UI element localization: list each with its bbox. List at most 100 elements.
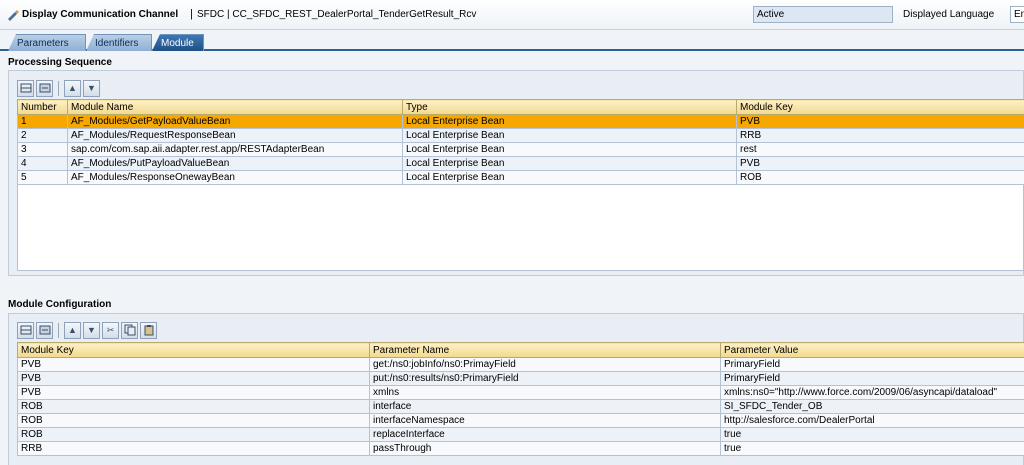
status-field[interactable]: Active	[753, 6, 893, 23]
cell-module-key[interactable]: RRB	[17, 441, 370, 456]
table-row[interactable]: 4 AF_Modules/PutPayloadValueBean Local E…	[17, 156, 1024, 171]
cell-parameter-name[interactable]: xmlns	[369, 385, 721, 400]
cell-module-name[interactable]: sap.com/com.sap.aii.adapter.rest.app/RES…	[67, 142, 403, 157]
cell-number[interactable]: 4	[17, 156, 68, 171]
cell-parameter-name[interactable]: get:/ns0:jobInfo/ns0:PrimayField	[369, 357, 721, 372]
arrow-down-icon: ▼	[87, 83, 96, 93]
table-row[interactable]: 5 AF_Modules/ResponseOnewayBean Local En…	[17, 170, 1024, 185]
delete-row-icon	[39, 325, 50, 335]
move-up-button[interactable]: ▲	[64, 79, 81, 97]
cut-button[interactable]: ✂	[102, 321, 119, 339]
cell-type[interactable]: Local Enterprise Bean	[402, 156, 737, 171]
table-row[interactable]: 3 sap.com/com.sap.aii.adapter.rest.app/R…	[17, 142, 1024, 157]
cell-module-key[interactable]: PVB	[17, 385, 370, 400]
table-header-row: Number Module Name Type Module Key	[17, 99, 1024, 115]
column-header-module-key[interactable]: Module Key	[736, 99, 1024, 115]
cell-number[interactable]: 3	[17, 142, 68, 157]
tab-identifiers[interactable]: Identifiers	[86, 34, 152, 51]
table-header-row: Module Key Parameter Name Parameter Valu…	[17, 342, 1024, 358]
tabstrip: Parameters Identifiers Module	[0, 31, 1024, 51]
move-up-button[interactable]: ▲	[64, 321, 81, 339]
cell-type[interactable]: Local Enterprise Bean	[402, 114, 737, 129]
copy-button[interactable]	[121, 321, 138, 339]
cell-module-key[interactable]: ROB	[17, 427, 370, 442]
cell-module-name[interactable]: AF_Modules/GetPayloadValueBean	[67, 114, 403, 129]
table-row[interactable]: ROB interfaceNamespace http://salesforce…	[17, 413, 1024, 428]
arrow-up-icon: ▲	[68, 325, 77, 335]
cell-type[interactable]: Local Enterprise Bean	[402, 170, 737, 185]
object-path: SFDC | CC_SFDC_REST_DealerPortal_TenderG…	[197, 9, 477, 20]
table-row[interactable]: PVB put:/ns0:results/ns0:PrimaryField Pr…	[17, 371, 1024, 386]
page-title: Display Communication Channel	[22, 9, 179, 20]
cell-module-key[interactable]: ROB	[17, 399, 370, 414]
cell-module-key[interactable]: PVB	[736, 156, 1024, 171]
cell-parameter-value[interactable]: true	[720, 427, 1024, 442]
cell-parameter-name[interactable]: passThrough	[369, 441, 721, 456]
cell-parameter-value[interactable]: SI_SFDC_Tender_OB	[720, 399, 1024, 414]
processing-sequence-table: Number Module Name Type Module Key 1 AF_…	[17, 99, 1024, 185]
cell-number[interactable]: 5	[17, 170, 68, 185]
cell-parameter-name[interactable]: interfaceNamespace	[369, 413, 721, 428]
arrow-up-icon: ▲	[68, 83, 77, 93]
cell-module-key[interactable]: RRB	[736, 128, 1024, 143]
cell-module-key[interactable]: ROB	[736, 170, 1024, 185]
column-header-module-key[interactable]: Module Key	[17, 342, 370, 358]
title-separator: |	[190, 8, 193, 20]
table-row[interactable]: ROB interface SI_SFDC_Tender_OB	[17, 399, 1024, 414]
title-bar: Display Communication Channel | SFDC | C…	[0, 0, 1024, 30]
processing-toolbar: ▲ ▼	[17, 78, 100, 98]
cell-parameter-value[interactable]: PrimaryField	[720, 371, 1024, 386]
table-row[interactable]: ROB replaceInterface true	[17, 427, 1024, 442]
cell-type[interactable]: Local Enterprise Bean	[402, 128, 737, 143]
display-channel-icon	[8, 10, 19, 21]
cell-parameter-value[interactable]: PrimaryField	[720, 357, 1024, 372]
insert-row-button[interactable]	[17, 79, 34, 97]
copy-icon	[124, 324, 135, 336]
scissors-icon: ✂	[106, 324, 115, 335]
cell-type[interactable]: Local Enterprise Bean	[402, 142, 737, 157]
cell-number[interactable]: 2	[17, 128, 68, 143]
table-row[interactable]: PVB get:/ns0:jobInfo/ns0:PrimayField Pri…	[17, 357, 1024, 372]
delete-row-icon	[39, 83, 50, 93]
cell-parameter-name[interactable]: put:/ns0:results/ns0:PrimaryField	[369, 371, 721, 386]
column-header-parameter-value[interactable]: Parameter Value	[720, 342, 1024, 358]
processing-sequence-title: Processing Sequence	[8, 57, 112, 68]
column-header-number[interactable]: Number	[17, 99, 68, 115]
module-configuration-table: Module Key Parameter Name Parameter Valu…	[17, 342, 1024, 456]
cell-module-key[interactable]: PVB	[17, 371, 370, 386]
move-down-button[interactable]: ▼	[83, 321, 100, 339]
cell-module-key[interactable]: PVB	[736, 114, 1024, 129]
cell-number[interactable]: 1	[17, 114, 68, 129]
table-row[interactable]: 2 AF_Modules/RequestResponseBean Local E…	[17, 128, 1024, 143]
cell-module-key[interactable]: ROB	[17, 413, 370, 428]
insert-row-button[interactable]	[17, 321, 34, 339]
toolbar-separator	[58, 322, 59, 338]
tab-parameters[interactable]: Parameters	[8, 34, 86, 51]
cell-parameter-value[interactable]: true	[720, 441, 1024, 456]
language-field[interactable]: En	[1010, 6, 1024, 23]
language-label: Displayed Language	[903, 9, 995, 20]
tab-module[interactable]: Module	[152, 34, 204, 51]
cell-parameter-name[interactable]: interface	[369, 399, 721, 414]
column-header-module-name[interactable]: Module Name	[67, 99, 403, 115]
table-row[interactable]: RRB passThrough true	[17, 441, 1024, 456]
move-down-button[interactable]: ▼	[83, 79, 100, 97]
column-header-type[interactable]: Type	[402, 99, 737, 115]
configuration-toolbar: ▲ ▼ ✂	[17, 320, 157, 340]
cell-module-key[interactable]: PVB	[17, 357, 370, 372]
cell-module-name[interactable]: AF_Modules/ResponseOnewayBean	[67, 170, 403, 185]
delete-row-button[interactable]	[36, 79, 53, 97]
table-row[interactable]: PVB xmlns xmlns:ns0="http://www.force.co…	[17, 385, 1024, 400]
cell-parameter-name[interactable]: replaceInterface	[369, 427, 721, 442]
delete-row-button[interactable]	[36, 321, 53, 339]
cell-module-name[interactable]: AF_Modules/PutPayloadValueBean	[67, 156, 403, 171]
toolbar-separator	[58, 80, 59, 96]
module-configuration-title: Module Configuration	[8, 299, 112, 310]
cell-parameter-value[interactable]: http://salesforce.com/DealerPortal	[720, 413, 1024, 428]
cell-parameter-value[interactable]: xmlns:ns0="http://www.force.com/2009/06/…	[720, 385, 1024, 400]
table-row[interactable]: 1 AF_Modules/GetPayloadValueBean Local E…	[17, 114, 1024, 129]
cell-module-key[interactable]: rest	[736, 142, 1024, 157]
cell-module-name[interactable]: AF_Modules/RequestResponseBean	[67, 128, 403, 143]
paste-button[interactable]	[140, 321, 157, 339]
column-header-parameter-name[interactable]: Parameter Name	[369, 342, 721, 358]
